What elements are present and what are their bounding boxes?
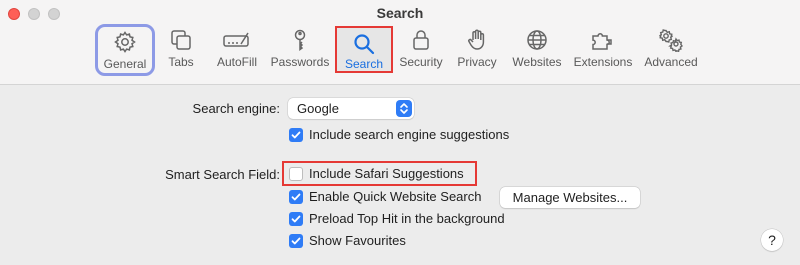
include-search-suggestions-label: Include search engine suggestions [309,127,510,142]
puzzle-icon [572,28,634,52]
tab-autofill[interactable]: AutoFill [212,24,262,76]
lock-icon [397,28,445,52]
tabs-icon [160,28,202,52]
tab-label: Security [399,55,443,69]
preload-top-hit-label: Preload Top Hit in the background [309,211,505,226]
tab-websites[interactable]: Websites [510,24,564,76]
tab-label: General [103,57,147,71]
tab-security[interactable]: Security [397,24,445,76]
quick-website-search-checkbox[interactable] [289,190,303,204]
tab-label: Extensions [573,55,633,69]
tab-general[interactable]: General [95,24,155,76]
tab-passwords[interactable]: Passwords [269,24,331,76]
manage-websites-button[interactable]: Manage Websites... [500,187,640,208]
tab-label: Advanced [644,55,698,69]
tab-search[interactable]: Search [335,26,393,73]
show-favourites-checkbox[interactable] [289,234,303,248]
tab-label: Passwords [270,55,330,69]
magnifier-icon [337,32,391,56]
globe-icon [510,28,564,52]
help-button[interactable]: ? [761,229,783,251]
preload-top-hit-checkbox[interactable] [289,212,303,226]
include-safari-suggestions-label: Include Safari Suggestions [309,166,464,181]
key-icon [269,28,331,52]
quick-website-search-label: Enable Quick Website Search [309,189,482,204]
tab-tabs[interactable]: Tabs [160,24,202,76]
chevron-updown-icon [396,100,412,117]
toolbar: Search General Tabs AutoFill Passwords S… [0,0,800,85]
search-engine-label: Search engine: [192,101,280,116]
tab-label: AutoFill [216,55,257,69]
gear-icon [98,30,152,54]
tab-label: Websites [512,55,562,69]
tab-label: Tabs [168,55,194,69]
smart-search-field-label: Smart Search Field: [165,167,280,182]
tab-label: Privacy [457,55,497,69]
preferences-window: Search General Tabs AutoFill Passwords S… [0,0,800,265]
gears-icon [643,28,699,52]
include-search-suggestions-checkbox[interactable] [289,128,303,142]
autofill-icon [212,28,262,52]
tab-label: Search [344,57,384,71]
include-safari-suggestions-checkbox[interactable] [289,167,303,181]
hand-icon [455,28,499,52]
show-favourites-label: Show Favourites [309,233,406,248]
tab-privacy[interactable]: Privacy [455,24,499,76]
search-engine-value: Google [297,101,339,116]
tab-advanced[interactable]: Advanced [643,24,699,76]
search-engine-select[interactable]: Google [288,98,414,119]
window-title: Search [376,5,424,21]
tab-extensions[interactable]: Extensions [572,24,634,76]
